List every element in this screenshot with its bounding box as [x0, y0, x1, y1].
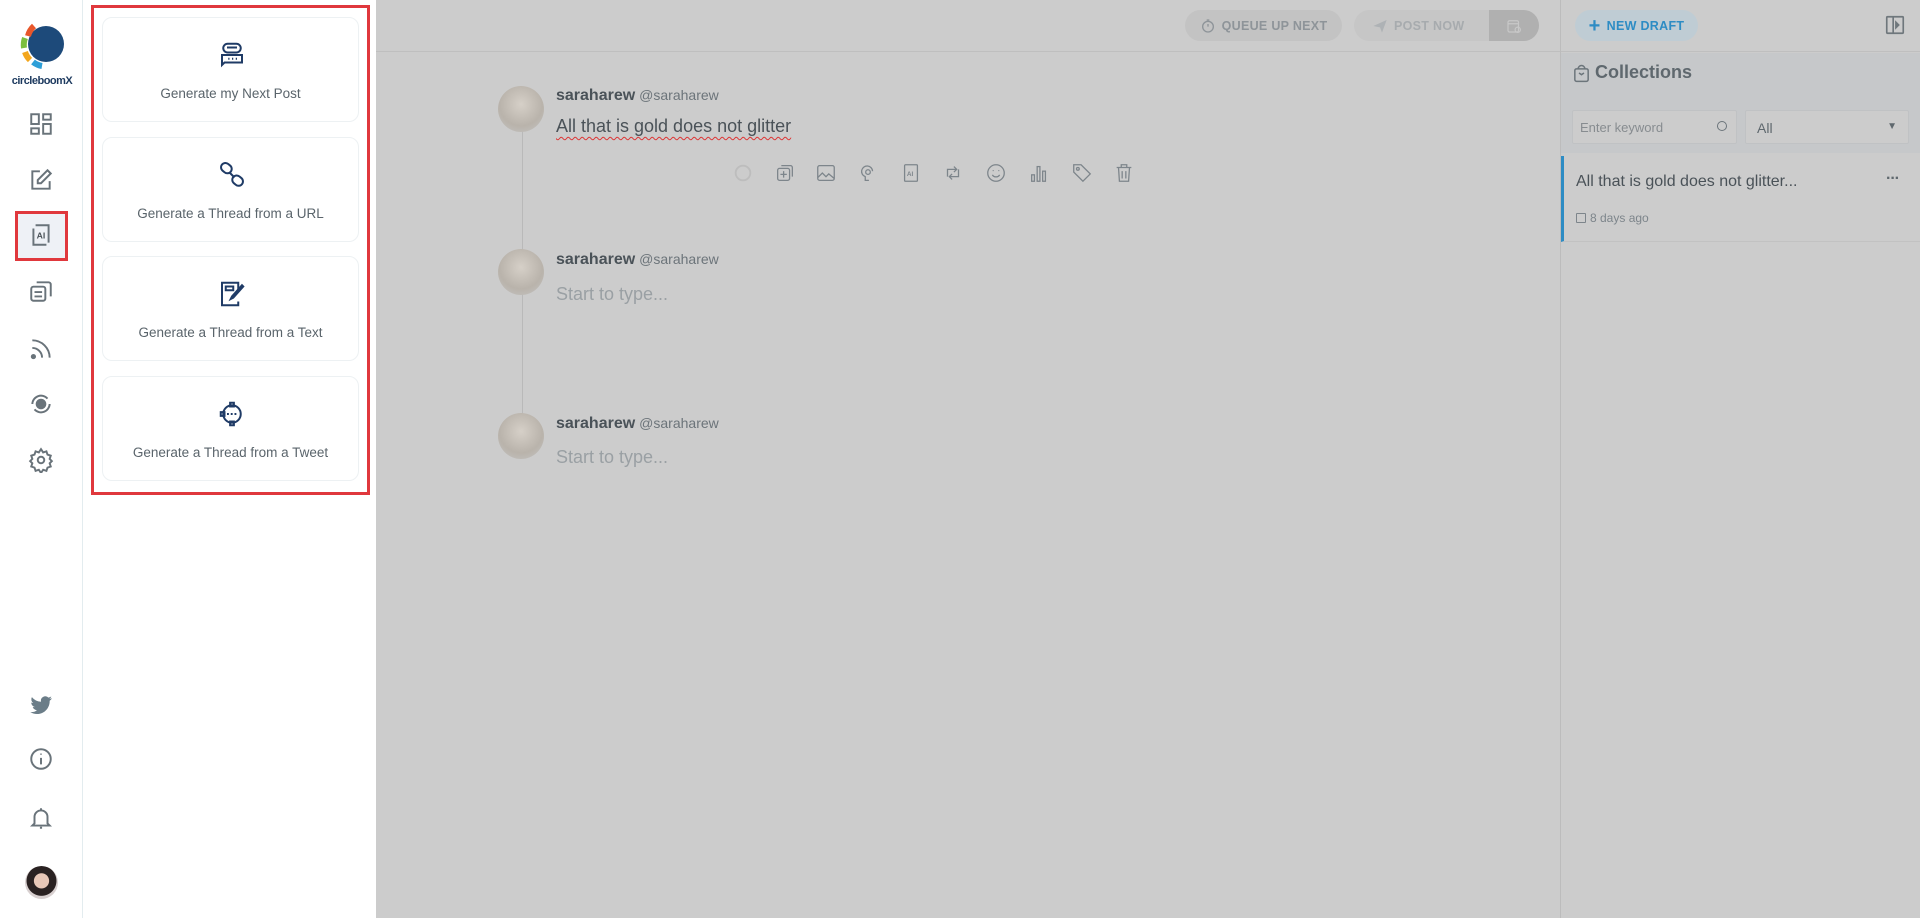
sidebar: circleboomX AI	[0, 0, 83, 918]
draft-title: All that is gold does not glitter...	[1576, 173, 1798, 190]
sidebar-item-schedule[interactable]	[22, 385, 60, 423]
ai-write-icon[interactable]: AI	[900, 162, 922, 184]
drafts-panel: + NEW DRAFT Collections Enter keyword Al…	[1560, 0, 1920, 918]
shopping-bag-icon	[1574, 64, 1589, 82]
svg-text:AI: AI	[907, 171, 914, 178]
post-text-input[interactable]: Start to type...	[556, 284, 668, 305]
post-avatar	[498, 249, 544, 295]
post-text-input[interactable]: All that is gold does not glitter	[556, 116, 791, 137]
dashboard-icon	[30, 113, 52, 135]
sidebar-item-ai[interactable]: AI	[22, 216, 60, 254]
circleboom-logo-icon	[20, 23, 64, 69]
calendar-clock-icon	[1507, 19, 1521, 33]
twitter-icon	[30, 696, 52, 714]
trash-icon[interactable]	[1113, 162, 1135, 184]
calendar-icon	[1576, 213, 1586, 223]
svg-text:AI: AI	[37, 230, 46, 240]
draft-date: 8 days ago	[1590, 211, 1649, 225]
post-text-input[interactable]: Start to type...	[556, 447, 668, 468]
post-handle: @saraharew	[639, 87, 719, 103]
poll-icon[interactable]	[1028, 162, 1050, 184]
logo-text: circleboomX	[11, 75, 73, 87]
gif-icon[interactable]	[857, 162, 879, 184]
queue-label: QUEUE UP NEXT	[1221, 18, 1328, 33]
info-icon	[30, 748, 52, 770]
sidebar-item-notifications[interactable]	[22, 799, 60, 837]
post-avatar	[498, 413, 544, 459]
sidebar-item-rss[interactable]	[22, 330, 60, 368]
search-icon	[1717, 121, 1727, 131]
loading-icon	[732, 162, 754, 184]
post-author: saraharew @saraharew	[556, 415, 719, 432]
schedule-button[interactable]	[1489, 10, 1539, 41]
sidebar-item-drafts[interactable]	[22, 272, 60, 310]
post-handle: @saraharew	[639, 415, 719, 431]
ai-icon: AI	[32, 224, 50, 246]
sidebar-item-info[interactable]	[22, 740, 60, 778]
timer-icon	[1201, 18, 1214, 33]
plus-icon: +	[1588, 14, 1601, 37]
new-draft-button[interactable]: + NEW DRAFT	[1575, 10, 1698, 41]
sidebar-item-settings[interactable]	[22, 441, 60, 479]
image-icon[interactable]	[815, 162, 837, 184]
post-avatar	[498, 86, 544, 132]
new-draft-label: NEW DRAFT	[1606, 18, 1685, 33]
schedule-icon	[31, 394, 51, 414]
emoji-icon[interactable]	[985, 162, 1007, 184]
collections-heading: Collections	[1573, 62, 1692, 83]
keyword-search-input[interactable]: Enter keyword	[1572, 110, 1737, 144]
brand-logo[interactable]: circleboomX	[6, 14, 78, 87]
user-avatar[interactable]	[25, 866, 58, 899]
send-icon	[1373, 19, 1387, 33]
sidebar-item-dashboard[interactable]	[22, 105, 60, 143]
sidebar-item-twitter[interactable]	[22, 686, 60, 724]
draft-list-item[interactable]: All that is gold does not glitter... ···…	[1561, 156, 1920, 242]
add-post-icon[interactable]	[774, 162, 796, 184]
drafts-icon	[30, 281, 52, 302]
collapse-panel-icon[interactable]	[1884, 14, 1906, 41]
dropdown-caret-icon: ▼	[1887, 121, 1897, 132]
post-now-label: POST NOW	[1394, 18, 1465, 33]
post-now-button[interactable]: POST NOW	[1354, 10, 1539, 41]
post-author: saraharew @saraharew	[556, 87, 719, 104]
post-handle: @saraharew	[639, 251, 719, 267]
rss-icon	[30, 339, 51, 360]
tag-icon[interactable]	[1071, 162, 1093, 184]
queue-up-next-button[interactable]: QUEUE UP NEXT	[1185, 10, 1342, 41]
post-author: saraharew @saraharew	[556, 251, 719, 268]
sidebar-item-compose[interactable]	[22, 161, 60, 199]
collection-filter-select[interactable]: All ▼	[1745, 110, 1909, 144]
more-options-icon[interactable]: ···	[1886, 170, 1900, 188]
bell-icon	[29, 808, 53, 829]
ai-panel-highlight-box	[91, 5, 370, 495]
settings-icon	[28, 447, 54, 473]
retweet-icon[interactable]	[942, 162, 964, 184]
compose-icon	[31, 168, 53, 190]
